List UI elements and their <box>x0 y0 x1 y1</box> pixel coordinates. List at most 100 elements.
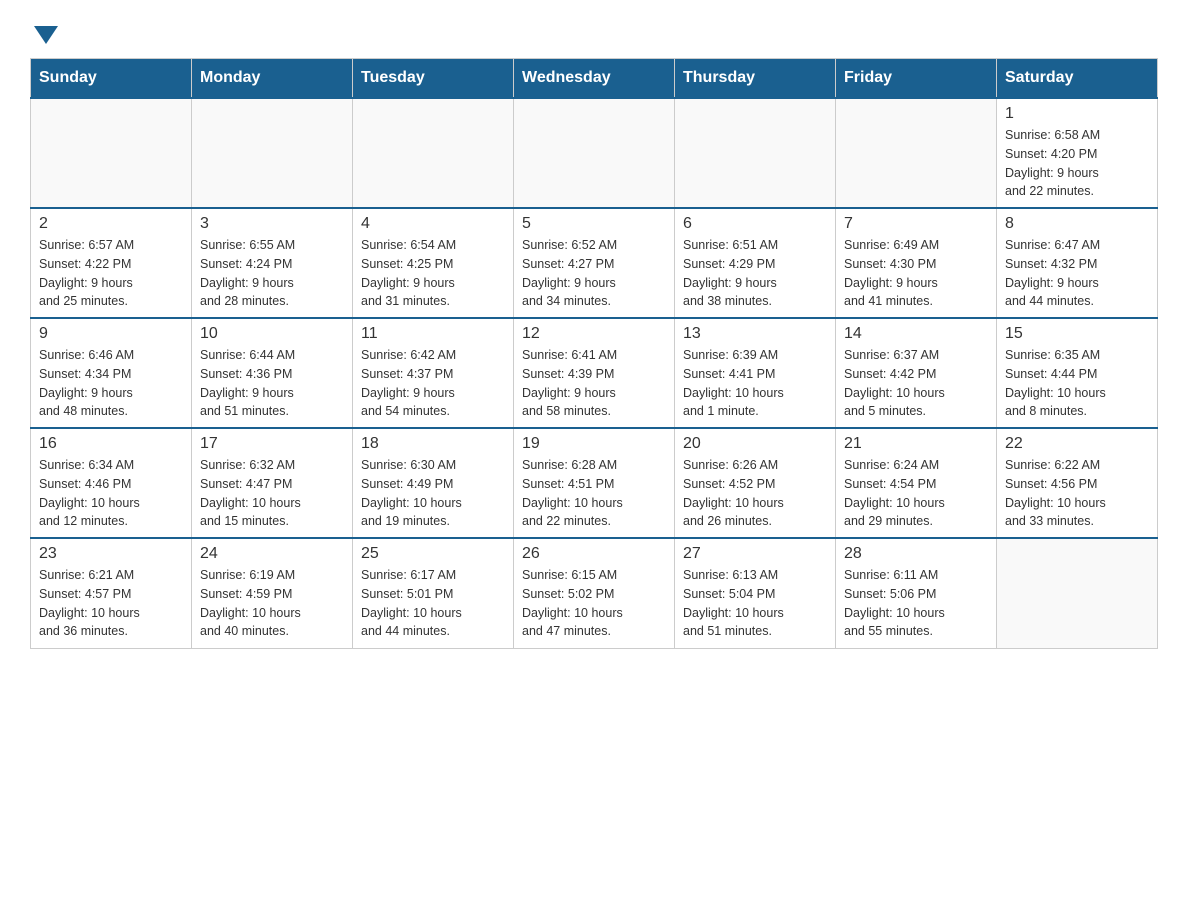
calendar-day <box>836 98 997 208</box>
day-info: Sunrise: 6:28 AMSunset: 4:51 PMDaylight:… <box>522 456 666 531</box>
calendar-day: 15 Sunrise: 6:35 AMSunset: 4:44 PMDayligh… <box>997 318 1158 428</box>
calendar-day: 1 Sunrise: 6:58 AMSunset: 4:20 PMDaylight… <box>997 98 1158 208</box>
calendar-day <box>997 538 1158 648</box>
day-info: Sunrise: 6:17 AMSunset: 5:01 PMDaylight:… <box>361 566 505 641</box>
calendar-day: 9 Sunrise: 6:46 AMSunset: 4:34 PMDaylight… <box>31 318 192 428</box>
day-number: 12 <box>522 325 666 343</box>
day-number: 28 <box>844 545 988 563</box>
day-info: Sunrise: 6:52 AMSunset: 4:27 PMDaylight:… <box>522 236 666 311</box>
day-number: 20 <box>683 435 827 453</box>
day-info: Sunrise: 6:30 AMSunset: 4:49 PMDaylight:… <box>361 456 505 531</box>
day-number: 26 <box>522 545 666 563</box>
calendar-day: 21 Sunrise: 6:24 AMSunset: 4:54 PMDayligh… <box>836 428 997 538</box>
calendar-day: 19 Sunrise: 6:28 AMSunset: 4:51 PMDayligh… <box>514 428 675 538</box>
day-number: 16 <box>39 435 183 453</box>
day-info: Sunrise: 6:37 AMSunset: 4:42 PMDaylight:… <box>844 346 988 421</box>
calendar-week-1: 1 Sunrise: 6:58 AMSunset: 4:20 PMDaylight… <box>31 98 1158 208</box>
calendar-day: 5 Sunrise: 6:52 AMSunset: 4:27 PMDaylight… <box>514 208 675 318</box>
calendar-day: 13 Sunrise: 6:39 AMSunset: 4:41 PMDayligh… <box>675 318 836 428</box>
calendar-day: 17Sunrise: 6:32 AMSunset: 4:47 PMDayligh… <box>192 428 353 538</box>
calendar-week-4: 16 Sunrise: 6:34 AMSunset: 4:46 PMDayligh… <box>31 428 1158 538</box>
header-wednesday: Wednesday <box>514 59 675 99</box>
logo-arrow-icon <box>34 26 58 44</box>
day-info: Sunrise: 6:57 AMSunset: 4:22 PMDaylight:… <box>39 236 183 311</box>
day-info: Sunrise: 6:34 AMSunset: 4:46 PMDaylight:… <box>39 456 183 531</box>
header-monday: Monday <box>192 59 353 99</box>
day-info: Sunrise: 6:44 AMSunset: 4:36 PMDaylight:… <box>200 346 344 421</box>
day-number: 21 <box>844 435 988 453</box>
day-info: Sunrise: 6:19 AMSunset: 4:59 PMDaylight:… <box>200 566 344 641</box>
day-number: 22 <box>1005 435 1149 453</box>
calendar-day <box>514 98 675 208</box>
day-number: 2 <box>39 215 183 233</box>
day-number: 3 <box>200 215 344 233</box>
day-number: 17 <box>200 435 344 453</box>
day-number: 18 <box>361 435 505 453</box>
logo-text <box>30 20 58 44</box>
header-sunday: Sunday <box>31 59 192 99</box>
day-number: 9 <box>39 325 183 343</box>
header-thursday: Thursday <box>675 59 836 99</box>
day-info: Sunrise: 6:21 AMSunset: 4:57 PMDaylight:… <box>39 566 183 641</box>
calendar-header-row: SundayMondayTuesdayWednesdayThursdayFrid… <box>31 59 1158 99</box>
header-tuesday: Tuesday <box>353 59 514 99</box>
day-number: 5 <box>522 215 666 233</box>
calendar-day: 12 Sunrise: 6:41 AMSunset: 4:39 PMDayligh… <box>514 318 675 428</box>
day-info: Sunrise: 6:51 AMSunset: 4:29 PMDaylight:… <box>683 236 827 311</box>
day-info: Sunrise: 6:49 AMSunset: 4:30 PMDaylight:… <box>844 236 988 311</box>
day-info: Sunrise: 6:41 AMSunset: 4:39 PMDaylight:… <box>522 346 666 421</box>
calendar-day: 26 Sunrise: 6:15 AMSunset: 5:02 PMDayligh… <box>514 538 675 648</box>
calendar-day <box>192 98 353 208</box>
day-number: 6 <box>683 215 827 233</box>
day-info: Sunrise: 6:26 AMSunset: 4:52 PMDaylight:… <box>683 456 827 531</box>
calendar-day: 18 Sunrise: 6:30 AMSunset: 4:49 PMDayligh… <box>353 428 514 538</box>
calendar-day: 10 Sunrise: 6:44 AMSunset: 4:36 PMDayligh… <box>192 318 353 428</box>
calendar-day: 7Sunrise: 6:49 AMSunset: 4:30 PMDaylight… <box>836 208 997 318</box>
day-number: 14 <box>844 325 988 343</box>
header-friday: Friday <box>836 59 997 99</box>
day-number: 1 <box>1005 105 1149 123</box>
calendar-day: 22 Sunrise: 6:22 AMSunset: 4:56 PMDayligh… <box>997 428 1158 538</box>
day-info: Sunrise: 6:22 AMSunset: 4:56 PMDaylight:… <box>1005 456 1149 531</box>
calendar-day <box>353 98 514 208</box>
day-number: 8 <box>1005 215 1149 233</box>
calendar-day: 6 Sunrise: 6:51 AMSunset: 4:29 PMDaylight… <box>675 208 836 318</box>
day-number: 19 <box>522 435 666 453</box>
calendar-day: 25 Sunrise: 6:17 AMSunset: 5:01 PMDayligh… <box>353 538 514 648</box>
day-number: 24 <box>200 545 344 563</box>
day-number: 13 <box>683 325 827 343</box>
logo <box>30 20 58 42</box>
day-info: Sunrise: 6:47 AMSunset: 4:32 PMDaylight:… <box>1005 236 1149 311</box>
calendar-week-5: 23 Sunrise: 6:21 AMSunset: 4:57 PMDayligh… <box>31 538 1158 648</box>
calendar: SundayMondayTuesdayWednesdayThursdayFrid… <box>30 58 1158 649</box>
calendar-day: 27 Sunrise: 6:13 AMSunset: 5:04 PMDayligh… <box>675 538 836 648</box>
page-header <box>30 20 1158 42</box>
day-info: Sunrise: 6:15 AMSunset: 5:02 PMDaylight:… <box>522 566 666 641</box>
calendar-day: 8 Sunrise: 6:47 AMSunset: 4:32 PMDaylight… <box>997 208 1158 318</box>
day-info: Sunrise: 6:39 AMSunset: 4:41 PMDaylight:… <box>683 346 827 421</box>
calendar-day: 14 Sunrise: 6:37 AMSunset: 4:42 PMDayligh… <box>836 318 997 428</box>
day-number: 10 <box>200 325 344 343</box>
calendar-day <box>675 98 836 208</box>
day-number: 23 <box>39 545 183 563</box>
calendar-day: 3 Sunrise: 6:55 AMSunset: 4:24 PMDaylight… <box>192 208 353 318</box>
calendar-day: 16 Sunrise: 6:34 AMSunset: 4:46 PMDayligh… <box>31 428 192 538</box>
calendar-day: 2 Sunrise: 6:57 AMSunset: 4:22 PMDaylight… <box>31 208 192 318</box>
day-info: Sunrise: 6:55 AMSunset: 4:24 PMDaylight:… <box>200 236 344 311</box>
day-number: 4 <box>361 215 505 233</box>
calendar-day: 11Sunrise: 6:42 AMSunset: 4:37 PMDayligh… <box>353 318 514 428</box>
day-number: 25 <box>361 545 505 563</box>
day-info: Sunrise: 6:46 AMSunset: 4:34 PMDaylight:… <box>39 346 183 421</box>
day-info: Sunrise: 6:24 AMSunset: 4:54 PMDaylight:… <box>844 456 988 531</box>
day-info: Sunrise: 6:58 AMSunset: 4:20 PMDaylight:… <box>1005 126 1149 201</box>
header-saturday: Saturday <box>997 59 1158 99</box>
day-number: 15 <box>1005 325 1149 343</box>
day-info: Sunrise: 6:35 AMSunset: 4:44 PMDaylight:… <box>1005 346 1149 421</box>
day-info: Sunrise: 6:13 AMSunset: 5:04 PMDaylight:… <box>683 566 827 641</box>
calendar-day <box>31 98 192 208</box>
day-info: Sunrise: 6:42 AMSunset: 4:37 PMDaylight:… <box>361 346 505 421</box>
day-info: Sunrise: 6:54 AMSunset: 4:25 PMDaylight:… <box>361 236 505 311</box>
calendar-week-3: 9 Sunrise: 6:46 AMSunset: 4:34 PMDaylight… <box>31 318 1158 428</box>
calendar-day: 24 Sunrise: 6:19 AMSunset: 4:59 PMDayligh… <box>192 538 353 648</box>
day-number: 27 <box>683 545 827 563</box>
